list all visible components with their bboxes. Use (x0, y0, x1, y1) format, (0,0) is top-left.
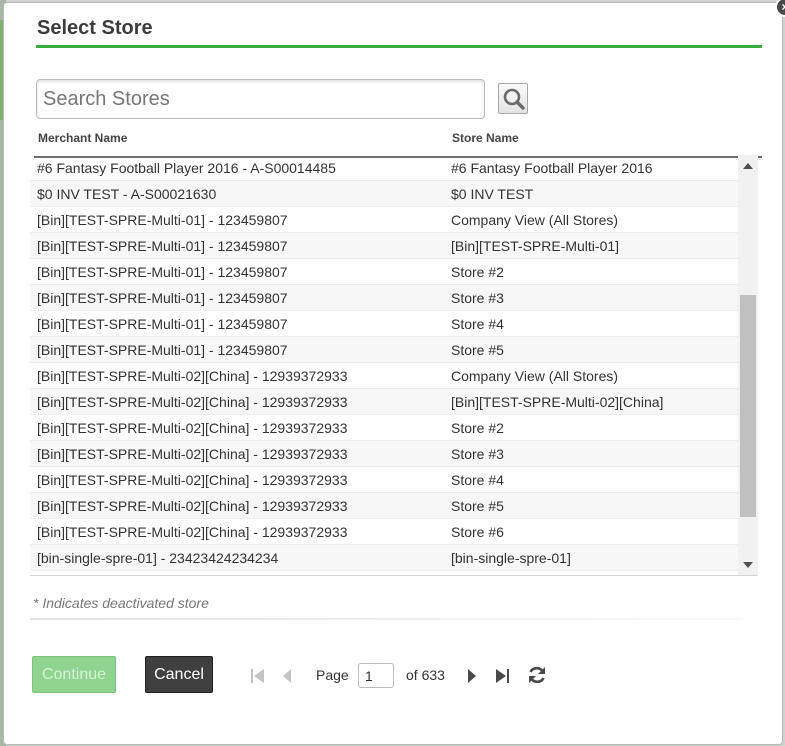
table-row[interactable]: [Bin][TEST-SPRE-Multi-02][China] - 12939… (30, 415, 738, 441)
merchant-name-cell: [Bin][TEST-SPRE-Multi-01] - 123459807 (37, 238, 288, 254)
footer-divider (30, 618, 742, 620)
last-page-icon[interactable] (494, 668, 510, 684)
table-row[interactable]: [Bin][TEST-SPRE-Multi-01] - 123459807 Sto… (30, 285, 738, 311)
store-name-cell: Store #3 (451, 446, 504, 462)
table-row[interactable]: $0 INV TEST - A-S00021630 $0 INV TEST (30, 181, 738, 207)
store-name-cell: Company View (All Stores) (451, 368, 619, 384)
previous-page-icon[interactable] (281, 668, 293, 684)
scroll-down-arrow-icon[interactable] (743, 562, 753, 568)
merchant-name-cell: [Bin][TEST-SPRE-Multi-01] - 123459807 (37, 290, 288, 306)
table-row[interactable]: [Bin][TEST-SPRE-Multi-01] - 123459807 Com… (30, 207, 738, 233)
store-table: #6 Fantasy Football Player 2016 - A-S000… (30, 155, 758, 576)
merchant-name-cell: [Bin][TEST-SPRE-Multi-02][China] - 12939… (37, 368, 348, 384)
vertical-scrollbar[interactable] (738, 155, 758, 575)
search-button[interactable] (498, 83, 528, 114)
title-divider (36, 45, 762, 48)
merchant-name-cell: [Bin][TEST-SPRE-Multi-02][China] - 12939… (37, 498, 348, 514)
store-name-cell: Store #6 (451, 524, 504, 540)
table-row[interactable]: [Bin][TEST-SPRE-Multi-02][China] - 12939… (30, 363, 738, 389)
store-name-cell: [bin-single-spre-01] (451, 550, 571, 566)
table-row[interactable]: [Bin][TEST-SPRE-Multi-02][China] - 12939… (30, 493, 738, 519)
scroll-up-arrow-icon[interactable] (743, 163, 753, 169)
table-row[interactable]: [Bin][TEST-SPRE-Multi-01] - 123459807 Sto… (30, 337, 738, 363)
store-name-cell: Company View (All Stores) (451, 212, 619, 228)
table-row[interactable]: [Bin][TEST-SPRE-Multi-01] - 123459807 Sto… (30, 311, 738, 337)
merchant-name-cell: [Bin][TEST-SPRE-Multi-02][China] - 12939… (37, 394, 348, 410)
store-name-cell: $0 INV TEST (451, 186, 534, 202)
merchant-name-cell: [bin-single-spre-01] - 23423424234234 (37, 550, 279, 566)
merchant-name-cell: [Bin][TEST-SPRE-Multi-02][China] - 12939… (37, 446, 348, 462)
column-header-store[interactable]: Store Name (452, 131, 519, 145)
store-name-cell: Store #3 (451, 290, 504, 306)
store-name-cell: Store #4 (451, 316, 504, 332)
refresh-icon[interactable] (526, 664, 548, 686)
magnifier-icon (503, 88, 525, 110)
page-label: Page (316, 667, 349, 683)
cancel-button[interactable]: Cancel (145, 656, 213, 693)
first-page-icon[interactable] (250, 668, 266, 684)
table-row[interactable]: [Bin][TEST-SPRE-Multi-02][China] - 12939… (30, 389, 738, 415)
dialog-title: Select Store (37, 17, 153, 39)
deactivated-footnote: * Indicates deactivated store (33, 595, 209, 611)
scroll-thumb[interactable] (740, 295, 756, 517)
column-header-merchant[interactable]: Merchant Name (38, 131, 127, 145)
store-name-cell: Store #2 (451, 264, 504, 280)
store-name-cell: Store #4 (451, 472, 504, 488)
page-number-input[interactable] (358, 663, 394, 688)
merchant-name-cell: [Bin][TEST-SPRE-Multi-01] - 123459807 (37, 212, 288, 228)
page-count: of 633 (406, 667, 445, 683)
store-name-cell: Store #5 (451, 342, 504, 358)
merchant-name-cell: [Bin][TEST-SPRE-Multi-02][China] - 12939… (37, 472, 348, 488)
merchant-name-cell: [Bin][TEST-SPRE-Multi-02][China] - 12939… (37, 524, 348, 540)
table-row[interactable]: [Bin][TEST-SPRE-Multi-01] - 123459807 Sto… (30, 259, 738, 285)
table-row[interactable]: [Bin][TEST-SPRE-Multi-02][China] - 12939… (30, 519, 738, 545)
continue-button[interactable]: Continue (32, 656, 116, 693)
merchant-name-cell: [Bin][TEST-SPRE-Multi-01] - 123459807 (37, 316, 288, 332)
store-name-cell: #6 Fantasy Football Player 2016 (451, 160, 653, 176)
table-row[interactable]: [Bin][TEST-SPRE-Multi-01] - 123459807 [Bi… (30, 233, 738, 259)
store-name-cell: [Bin][TEST-SPRE-Multi-01] (451, 238, 620, 254)
table-row[interactable]: [bin-single-spre-01] - 23423424234234 [bi… (30, 545, 738, 571)
table-row[interactable]: #6 Fantasy Football Player 2016 - A-S000… (30, 155, 738, 181)
merchant-name-cell: [Bin][TEST-SPRE-Multi-01] - 123459807 (37, 264, 288, 280)
next-page-icon[interactable] (466, 668, 478, 684)
store-name-cell: [Bin][TEST-SPRE-Multi-02][China] (451, 394, 664, 410)
close-icon[interactable]: × (775, 0, 785, 17)
store-name-cell: Store #2 (451, 420, 504, 436)
table-row[interactable]: [Bin][TEST-SPRE-Multi-02][China] - 12939… (30, 441, 738, 467)
store-name-cell: Store #5 (451, 498, 504, 514)
merchant-name-cell: #6 Fantasy Football Player 2016 - A-S000… (37, 160, 336, 176)
merchant-name-cell: $0 INV TEST - A-S00021630 (37, 186, 217, 202)
table-row[interactable]: [Bin][TEST-SPRE-Multi-02][China] - 12939… (30, 467, 738, 493)
search-input[interactable] (36, 79, 485, 119)
merchant-name-cell: [Bin][TEST-SPRE-Multi-02][China] - 12939… (37, 420, 348, 436)
merchant-name-cell: [Bin][TEST-SPRE-Multi-01] - 123459807 (37, 342, 288, 358)
